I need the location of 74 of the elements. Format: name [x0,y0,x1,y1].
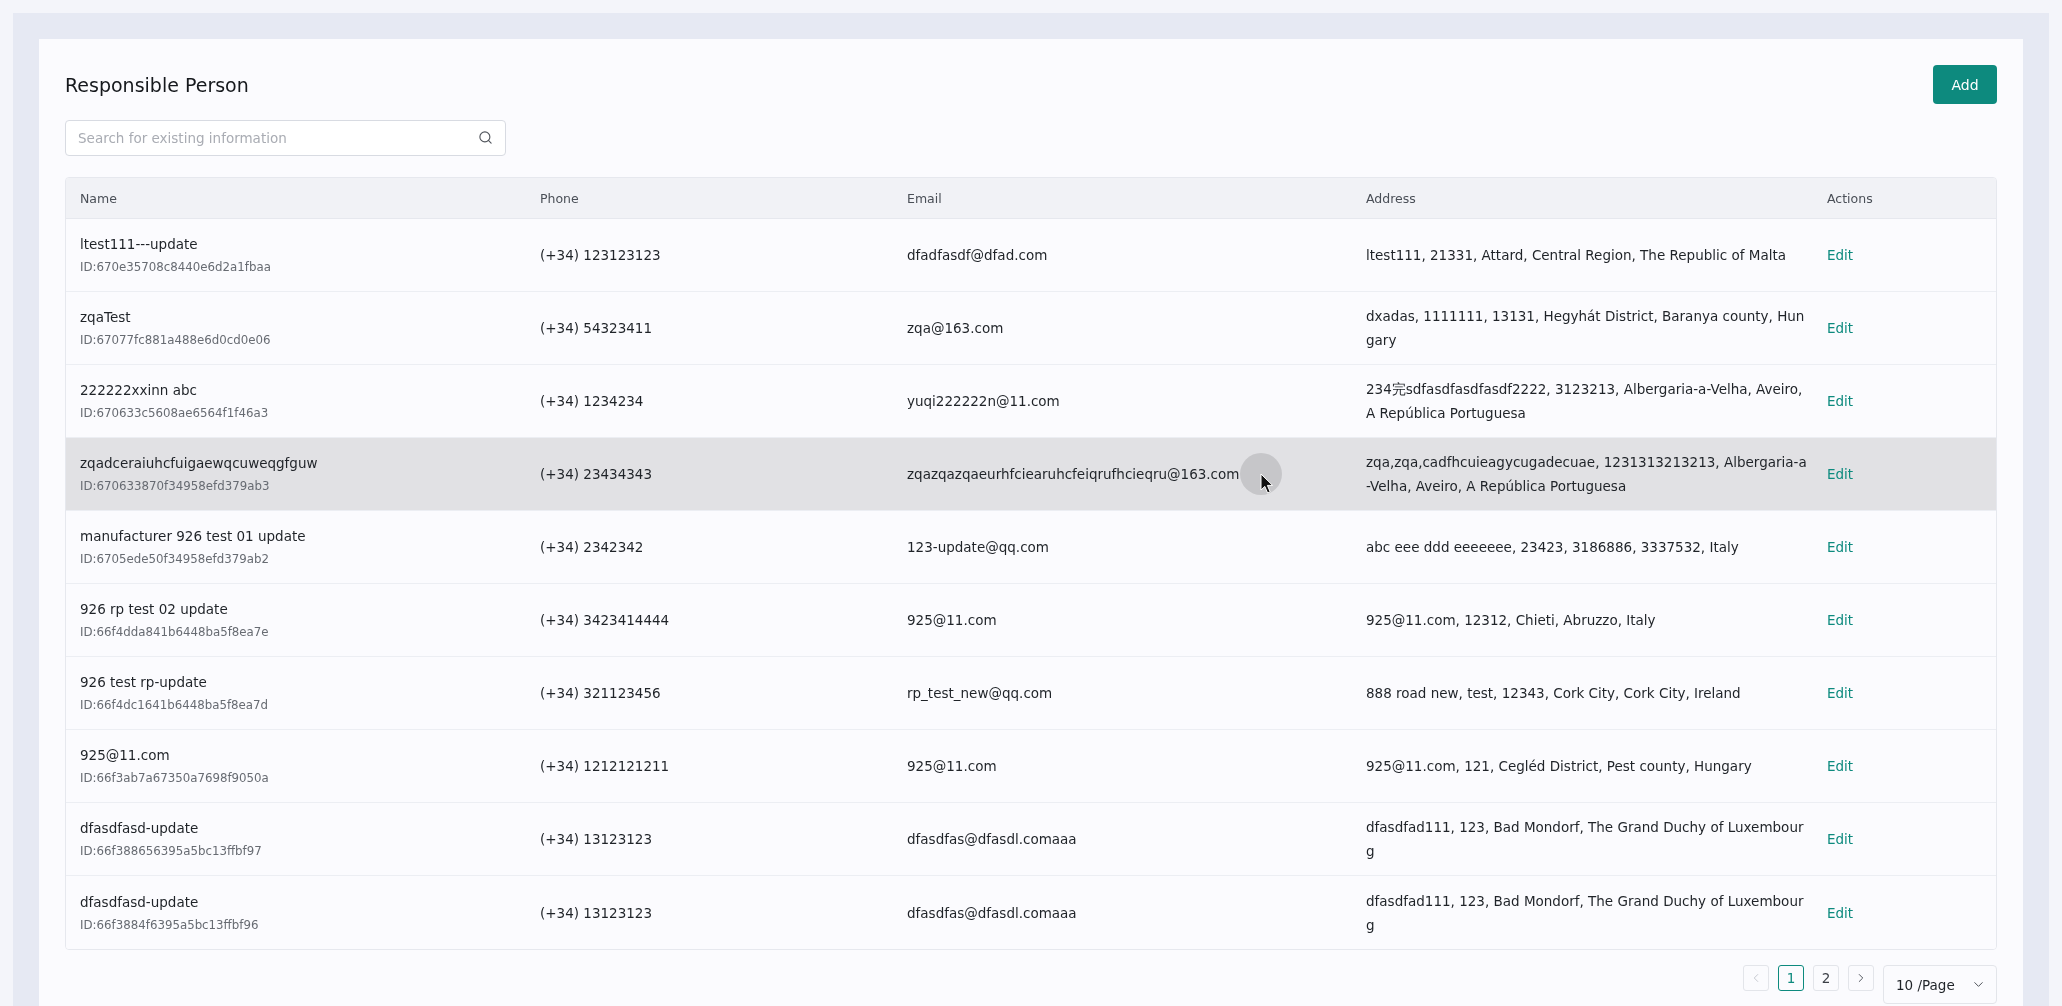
person-name: 925@11.com [80,746,170,765]
page-button[interactable]: 2 [1813,965,1839,991]
edit-link[interactable]: Edit [1827,393,1854,409]
address-text: 925@11.com, 12312, Chieti, Abruzzo, Italy [1366,611,1656,630]
address-text: 925@11.com, 121, Cegléd District, Pest county, Hungary [1366,757,1752,776]
phone-text: (+34) 321123456 [540,684,661,703]
page-size-select[interactable]: 10 /Page [1883,965,1997,1004]
address-text: 888 road new, test, 12343, Cork City, Cork City, Ireland [1366,684,1741,703]
person-id: ID:670633870f34958efd379ab3 [80,478,270,495]
phone-text: (+34) 13123123 [540,903,653,923]
person-name: 926 rp test 02 update [80,600,228,619]
search-field[interactable]: Search for existing information [65,120,506,156]
edit-link[interactable]: Edit [1827,685,1854,701]
person-name: zqadceraiuhcfuigaewqcuweqgfguw [80,454,318,473]
page-title: Responsible Person [65,73,249,96]
person-id: ID:670633c5608ae6564f1f46a3 [80,405,269,422]
email-text: 925@11.com [907,757,997,776]
email-text: rp_test_new@qq.com [907,684,1053,703]
person-id: ID:6705ede50f34958efd379ab2 [80,551,269,568]
search-icon[interactable] [478,130,493,145]
address-text: 234完sdfasdfasdfasdf2222, 3123213, Albergaria-a-Velha, Aveiro, A República Portuguesa [1366,380,1804,423]
person-name: manufacturer 926 test 01 update [80,527,306,546]
next-page-button[interactable] [1848,965,1874,991]
email-text: zqazqazqaeurhfciearuhcfeiqrufhcieqru@163.com [907,465,1240,484]
phone-text: (+34) 1234234 [540,392,644,411]
edit-link[interactable]: Edit [1827,758,1854,774]
column-header: Email [907,190,942,206]
person-name: dfasdfasd-update [80,819,199,838]
address-text: dfasdfad111, 123, Bad Mondorf, The Grand Duchy of Luxembourg [1366,818,1805,861]
person-id: ID:66f3884f6395a5bc13ffbf96 [80,916,259,934]
address-text: dxadas, 1111111, 13131, Hegyhát District, Baranya county, Hungary [1366,307,1806,350]
edit-link[interactable]: Edit [1827,904,1854,921]
column-header: Phone [540,190,579,206]
phone-text: (+34) 23434343 [540,465,653,484]
email-text: dfadfasdf@dfad.com [907,246,1048,265]
edit-link[interactable]: Edit [1827,247,1854,263]
person-id: ID:66f388656395a5bc13ffbf97 [80,843,262,860]
edit-link[interactable]: Edit [1827,612,1854,628]
column-header: Name [80,190,117,206]
email-text: 123-update@qq.com [907,538,1049,557]
person-id: ID:67077fc881a488e6d0cd0e06 [80,332,271,349]
email-text: dfasdfas@dfasdl.comaaa [907,903,1077,923]
address-text: zqa,zqa,cadfhcuieagycugadecuae, 1231313213213, Albergaria-a-Velha, Aveiro, A República Portuguesa [1366,453,1808,496]
person-id: ID:66f4dc1641b6448ba5f8ea7d [80,697,269,714]
phone-text: (+34) 54323411 [540,319,653,338]
person-name: dfasdfasd-update [80,892,199,912]
column-header: Actions [1827,190,1873,206]
address-text: ltest111, 21331, Attard, Central Region, The Republic of Malta [1366,246,1787,265]
phone-text: (+34) 1212121211 [540,757,670,776]
address-text: dfasdfad111, 123, Bad Mondorf, The Grand Duchy of Luxembourg [1366,891,1805,935]
email-text: 925@11.com [907,611,997,630]
edit-link[interactable]: Edit [1827,831,1854,847]
edit-link[interactable]: Edit [1827,466,1854,482]
phone-text: (+34) 123123123 [540,246,661,265]
person-id: ID:66f3ab7a67350a7698f9050a [80,770,269,787]
page-button[interactable]: 1 [1778,965,1804,991]
email-text: dfasdfas@dfasdl.comaaa [907,830,1077,849]
person-name: 222222xxinn abc [80,381,197,400]
column-header: Address [1366,190,1416,206]
phone-text: (+34) 2342342 [540,538,644,557]
person-name: ltest111---update [80,235,198,254]
person-name: zqaTest [80,308,131,327]
add-button[interactable]: Add [1933,65,1997,104]
person-name: 926 test rp-update [80,673,207,692]
person-id: ID:66f4dda841b6448ba5f8ea7e [80,624,269,641]
edit-link[interactable]: Edit [1827,320,1854,336]
cursor-icon [1239,452,1284,496]
email-text: yuqi222222n@11.com [907,392,1060,411]
phone-text: (+34) 13123123 [540,830,653,849]
person-id: ID:670e35708c8440e6d2a1fbaa [80,259,271,276]
phone-text: (+34) 3423414444 [540,611,670,630]
edit-link[interactable]: Edit [1827,539,1854,555]
address-text: abc eee ddd eeeeeee, 23423, 3186886, 3337532, Italy [1366,538,1739,557]
email-text: zqa@163.com [907,319,1004,338]
